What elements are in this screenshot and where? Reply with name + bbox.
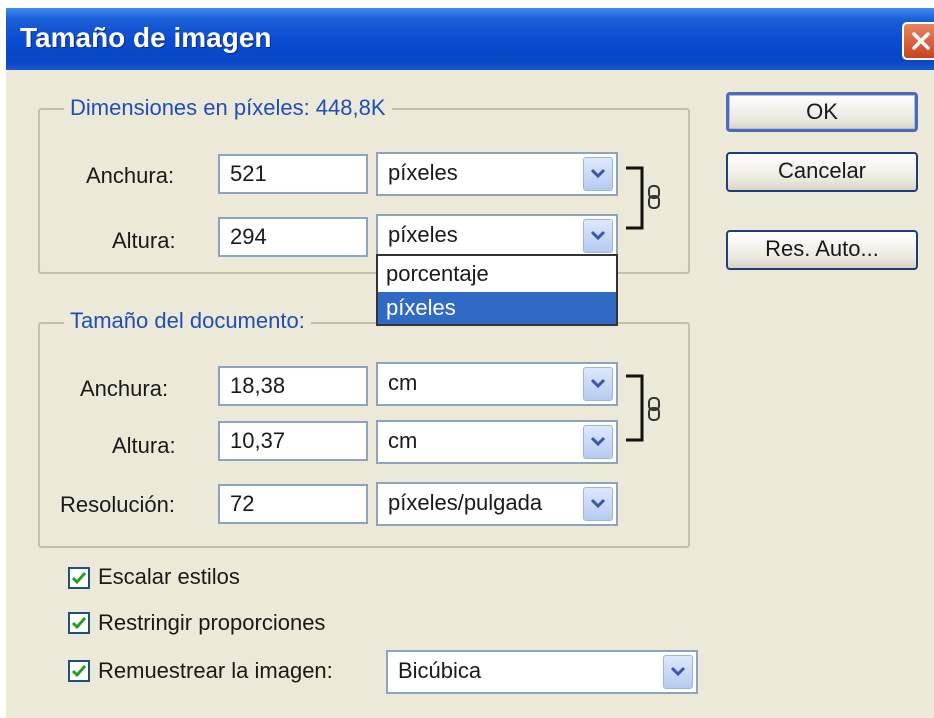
doc-width-input[interactable]: 18,38 [218, 366, 368, 406]
resample-method-arrow[interactable] [663, 655, 693, 689]
doc-width-unit-select[interactable]: cm [376, 362, 618, 406]
pixel-width-unit-arrow[interactable] [583, 157, 613, 191]
chevron-down-icon [591, 498, 605, 509]
resample-method-select[interactable]: Bicúbica [386, 650, 698, 694]
close-button[interactable] [902, 22, 934, 60]
close-icon [912, 32, 930, 50]
checkmark-icon [71, 617, 87, 630]
doc-height-input[interactable]: 10,37 [218, 421, 368, 461]
resample-method-value: Bicúbica [398, 658, 482, 683]
checkmark-icon [71, 572, 87, 585]
unit-dropdown-list: porcentaje píxeles [376, 254, 618, 326]
ok-button[interactable]: OK [726, 92, 918, 132]
doc-width-unit-value: cm [388, 370, 418, 395]
pixel-height-input[interactable]: 294 [218, 217, 368, 257]
doc-height-label: Altura: [112, 433, 176, 458]
pixel-height-label: Altura: [112, 228, 176, 253]
pixel-width-unit-select[interactable]: píxeles [376, 152, 618, 196]
pixel-height-unit-select[interactable]: píxeles [376, 214, 618, 258]
constrain-proportions-checkbox[interactable] [68, 612, 90, 634]
pixel-dimensions-title: Dimensiones en píxeles: 448,8K [64, 95, 392, 121]
resolution-unit-select[interactable]: píxeles/pulgada [376, 482, 618, 526]
doc-height-unit-arrow[interactable] [583, 425, 613, 459]
resolution-input[interactable]: 72 [218, 484, 368, 524]
link-proportions-icon [626, 166, 660, 230]
resolution-label: Resolución: [60, 492, 175, 517]
doc-height-unit-select[interactable]: cm [376, 420, 618, 464]
resample-label: Remuestrear la imagen: [98, 658, 333, 683]
pixel-height-unit-arrow[interactable] [583, 219, 613, 253]
dropdown-option-porcentaje[interactable]: porcentaje [378, 258, 616, 290]
title-bar[interactable]: Tamaño de imagen [6, 8, 934, 70]
constrain-proportions-label: Restringir proporciones [98, 610, 326, 635]
pixel-height-unit-value: píxeles [388, 222, 458, 247]
cancel-button[interactable]: Cancelar [726, 152, 918, 192]
scale-styles-label: Escalar estilos [98, 564, 240, 589]
doc-width-label: Anchura: [80, 376, 169, 401]
pixel-width-label: Anchura: [86, 163, 175, 188]
auto-resolution-button[interactable]: Res. Auto... [726, 230, 918, 270]
document-size-title: Tamaño del documento: [64, 308, 311, 334]
resample-checkbox[interactable] [68, 660, 90, 682]
doc-width-unit-arrow[interactable] [583, 367, 613, 401]
resolution-unit-value: píxeles/pulgada [388, 490, 543, 515]
checkmark-icon [71, 665, 87, 678]
chevron-down-icon [591, 168, 605, 179]
resolution-unit-arrow[interactable] [583, 487, 613, 521]
link-proportions-icon [626, 374, 660, 442]
doc-height-unit-value: cm [388, 428, 418, 453]
chevron-down-icon [591, 378, 605, 389]
window-title: Tamaño de imagen [20, 22, 272, 53]
scale-styles-checkbox[interactable] [68, 567, 90, 589]
chevron-down-icon [671, 666, 685, 677]
chevron-down-icon [591, 436, 605, 447]
pixel-width-unit-value: píxeles [388, 160, 458, 185]
chevron-down-icon [591, 230, 605, 241]
image-size-dialog: Tamaño de imagen Dimensiones en píxeles:… [6, 8, 934, 718]
dropdown-option-pixeles[interactable]: píxeles [378, 292, 616, 324]
pixel-width-input[interactable]: 521 [218, 154, 368, 194]
